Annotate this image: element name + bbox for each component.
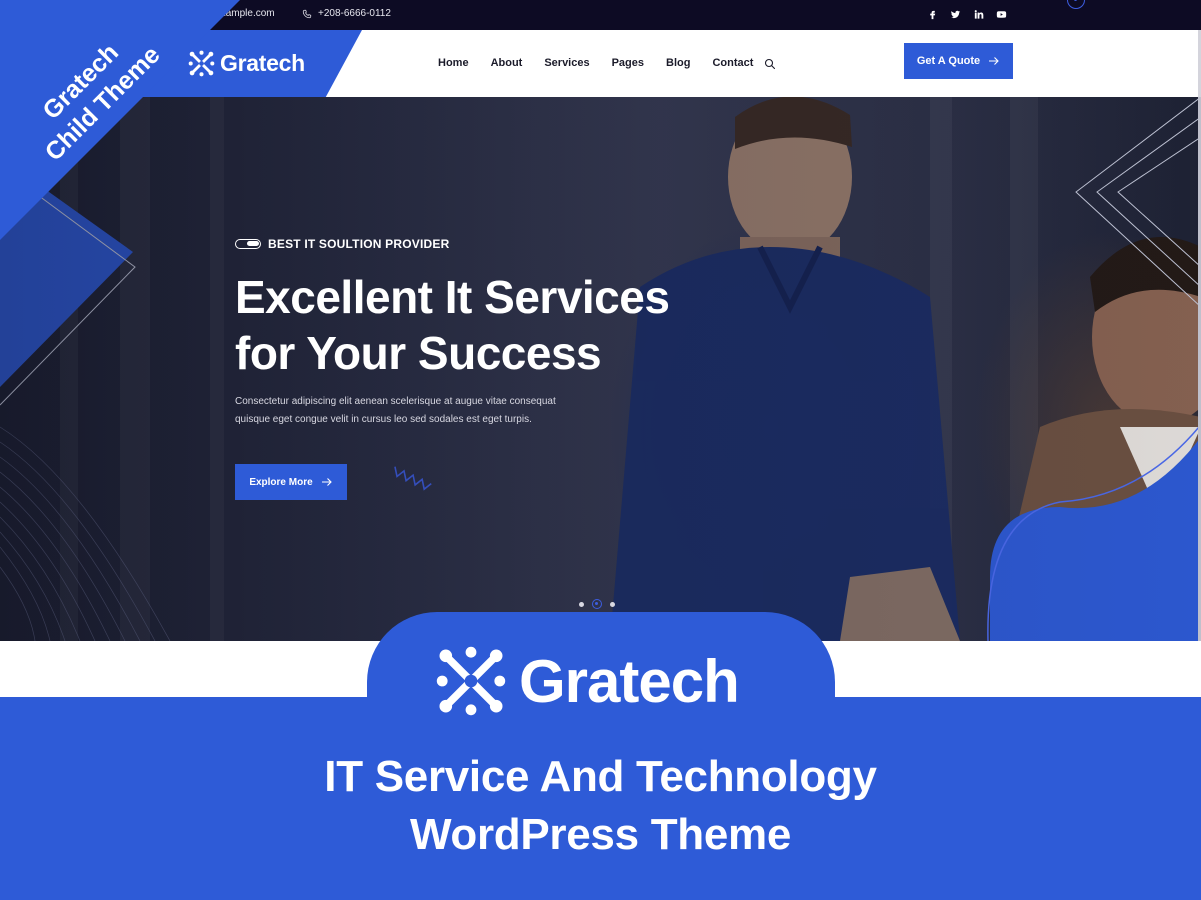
twitter-icon[interactable] [949, 8, 961, 20]
hero-description-line-1: Consectetur adipiscing elit aenean scele… [235, 396, 556, 407]
hero-title-line-2: for Your Success [235, 327, 602, 379]
explore-more-label: Explore More [249, 476, 313, 488]
hero-title-line-1: Excellent It Services [235, 271, 670, 323]
search-icon[interactable] [764, 58, 776, 70]
nav-item-contact[interactable]: Contact [712, 57, 753, 69]
phone-text[interactable]: +208-6666-0112 [318, 8, 391, 19]
promo-tagline: IT Service And Technology WordPress Them… [0, 748, 1201, 864]
slider-dot[interactable] [610, 601, 615, 607]
slider-dot[interactable] [579, 601, 584, 607]
hero-eyebrow: BEST IT SOULTION PROVIDER [235, 237, 449, 251]
nav-item-home[interactable]: Home [438, 57, 469, 69]
hero-title: Excellent It Services for Your Success [235, 269, 755, 381]
youtube-icon[interactable] [995, 8, 1007, 20]
promo-logo: Gratech [435, 645, 740, 717]
arrow-right-icon [989, 57, 999, 65]
main-nav: Home About Services Pages Blog Contact [438, 57, 753, 69]
nav-item-services[interactable]: Services [544, 57, 589, 69]
promo-tagline-line-1: IT Service And Technology [324, 752, 877, 801]
social-links [926, 8, 1007, 20]
nav-item-pages[interactable]: Pages [612, 57, 644, 69]
corner-banner: Gratech Child Theme [0, 0, 240, 240]
slider-dot-active[interactable] [592, 599, 602, 609]
nav-item-about[interactable]: About [491, 57, 523, 69]
facebook-icon[interactable] [926, 8, 938, 20]
top-phone[interactable]: +208-6666-0112 [302, 8, 391, 19]
slider-dots [579, 599, 615, 609]
linkedin-icon[interactable] [972, 8, 984, 20]
get-quote-label: Get A Quote [916, 55, 981, 67]
hero-description-line-2: quisque eget congue velit in cursus leo … [235, 414, 532, 425]
toggle-icon [235, 239, 261, 249]
phone-icon [302, 9, 312, 18]
promo-brand-name: Gratech [519, 647, 740, 715]
hero-description: Consectetur adipiscing elit aenean scele… [235, 393, 595, 429]
eyebrow-text: BEST IT SOULTION PROVIDER [268, 237, 450, 251]
gratech-logo-icon [436, 646, 506, 716]
explore-more-button[interactable]: Explore More [235, 464, 347, 500]
arrow-right-icon [321, 478, 332, 486]
promo-tagline-line-2: WordPress Theme [409, 810, 792, 859]
decorative-dot-icon [1067, 0, 1085, 9]
get-quote-button[interactable]: Get A Quote [904, 43, 1013, 79]
nav-item-blog[interactable]: Blog [666, 57, 690, 69]
